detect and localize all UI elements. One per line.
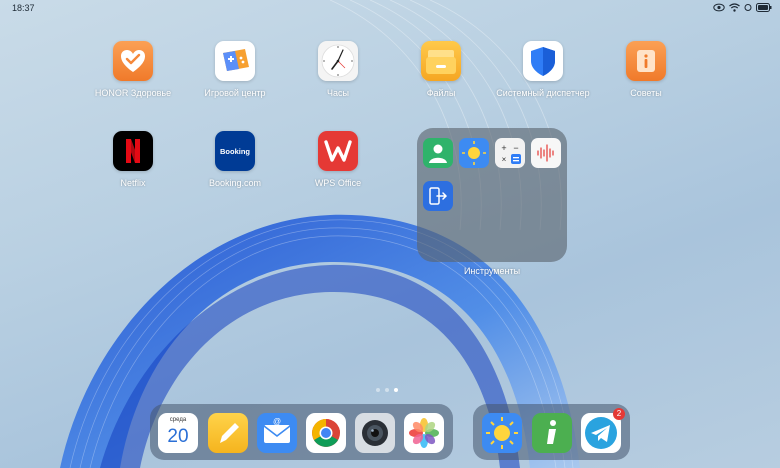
app-label: HONOR Здоровье: [94, 88, 172, 98]
notes-icon[interactable]: [208, 413, 248, 453]
folder-tools[interactable]: + − ×: [417, 128, 567, 262]
contacts-icon[interactable]: [423, 138, 453, 168]
signal-icon: [744, 4, 752, 11]
netflix-icon: [113, 131, 153, 171]
dock-apps: среда 20 @: [150, 404, 453, 460]
app-label: WPS Office: [314, 178, 362, 188]
tips-icon: [626, 41, 666, 81]
app-label: Netflix: [120, 178, 146, 188]
clock-icon: [318, 41, 358, 81]
eye-comfort-icon: [713, 3, 725, 12]
calendar-day: 20: [167, 426, 189, 447]
app-booking[interactable]: Booking Booking.com: [180, 131, 290, 188]
files-folder-icon: [421, 41, 461, 81]
gallery-icon[interactable]: [404, 413, 444, 453]
app-system-manager[interactable]: Системный диспетчер: [488, 41, 598, 98]
app-label: Советы: [630, 88, 662, 98]
weather-icon[interactable]: [459, 138, 489, 168]
svg-text:−: −: [513, 143, 518, 153]
calendar-icon[interactable]: среда 20: [158, 413, 198, 453]
svg-text:×: ×: [502, 155, 507, 164]
battery-icon: [756, 3, 772, 12]
wifi-icon: [729, 3, 740, 12]
shield-icon: [523, 41, 563, 81]
email-icon[interactable]: @: [257, 413, 297, 453]
phone-clone-icon[interactable]: [423, 181, 453, 211]
app-label: Часы: [327, 88, 349, 98]
app-tips[interactable]: Советы: [591, 41, 701, 98]
svg-text:+: +: [501, 143, 506, 153]
app-label: Системный диспетчер: [496, 88, 590, 98]
voice-recorder-icon[interactable]: [531, 138, 561, 168]
page-dot[interactable]: [385, 388, 389, 392]
dock-recent: [473, 404, 630, 460]
chrome-icon[interactable]: [306, 413, 346, 453]
health-heart-icon: [113, 41, 153, 81]
app-clock[interactable]: Часы: [283, 41, 393, 98]
app-files[interactable]: Файлы: [386, 41, 496, 98]
status-bar: 18:37: [0, 0, 780, 16]
info-icon[interactable]: [532, 413, 572, 453]
game-center-icon: [215, 41, 255, 81]
app-label: Booking.com: [208, 178, 262, 188]
page-dot[interactable]: [376, 388, 380, 392]
folder-label: Инструменты: [463, 266, 521, 276]
weather-icon[interactable]: [482, 413, 522, 453]
page-indicator: [376, 388, 398, 392]
app-label: Игровой центр: [204, 88, 266, 98]
calendar-weekday: среда: [169, 417, 187, 423]
calculator-icon[interactable]: + − ×: [495, 138, 525, 168]
app-label: Файлы: [426, 88, 456, 98]
svg-text:@: @: [273, 417, 281, 426]
booking-icon: Booking: [215, 131, 255, 171]
page-dot-active[interactable]: [394, 388, 398, 392]
app-game-center[interactable]: Игровой центр: [180, 41, 290, 98]
status-time: 18:37: [12, 3, 35, 13]
svg-text:Booking: Booking: [220, 147, 250, 156]
app-netflix[interactable]: Netflix: [78, 131, 188, 188]
notification-badge: 2: [613, 408, 625, 420]
wps-office-icon: [318, 131, 358, 171]
camera-icon[interactable]: [355, 413, 395, 453]
app-wps-office[interactable]: WPS Office: [283, 131, 393, 188]
app-honor-health[interactable]: HONOR Здоровье: [78, 41, 188, 98]
